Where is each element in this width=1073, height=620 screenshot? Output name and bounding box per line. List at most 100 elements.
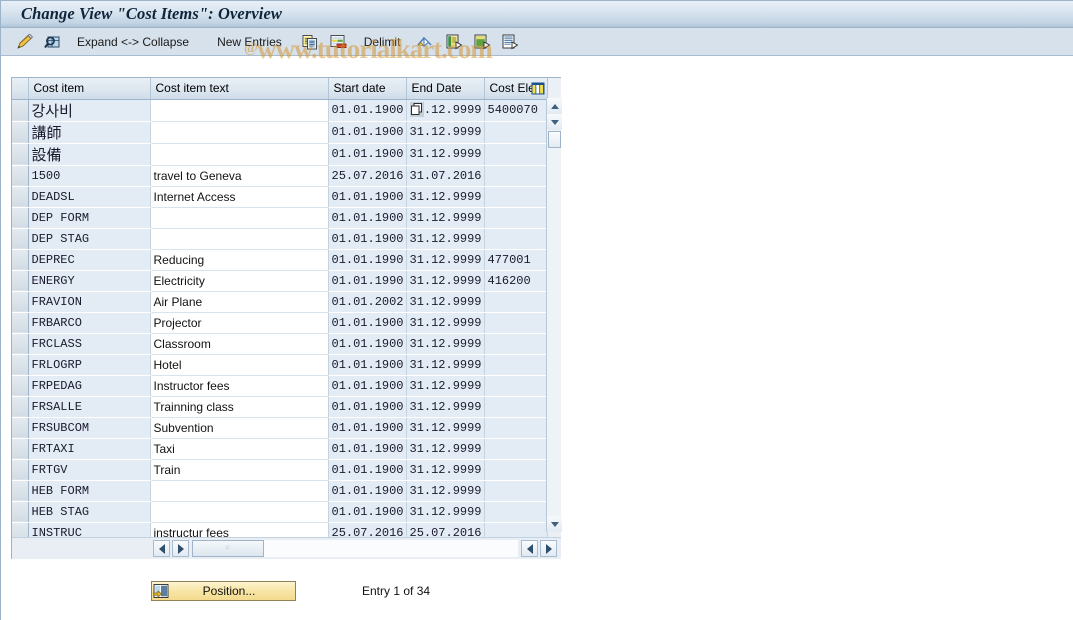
row-select-cell[interactable] — [12, 143, 29, 166]
scroll-left-button[interactable] — [153, 540, 170, 557]
delete-button[interactable] — [326, 31, 352, 53]
cell-cost-item[interactable]: FRTGV — [28, 459, 151, 481]
cell-cost-item[interactable]: 講師 — [28, 121, 151, 144]
cell-start-date[interactable]: 01.01.1900 — [328, 354, 407, 376]
table-row[interactable]: FRBARCO Projector 01.01.1900 31.12.9999 — [12, 312, 548, 334]
cell-start-date[interactable]: 01.01.1900 — [328, 186, 407, 208]
cell-cost-item[interactable]: FRAVION — [28, 291, 151, 313]
cell-end-date[interactable]: 31.12.9999 — [406, 459, 485, 481]
cell-cost-item-text[interactable] — [150, 99, 329, 122]
row-select-cell[interactable] — [12, 417, 29, 439]
table-horizontal-scrollbar[interactable]: ⁙ — [12, 537, 561, 559]
table-settings-button[interactable] — [531, 79, 545, 98]
cell-cost-item-text[interactable] — [150, 143, 329, 166]
cell-start-date[interactable]: 25.07.2016 — [328, 165, 407, 187]
cell-cost-item[interactable]: FRBARCO — [28, 312, 151, 334]
cell-end-date[interactable]: 31.12.9999 — [406, 333, 485, 355]
cell-cost-element[interactable] — [484, 165, 548, 187]
horizontal-scroll-thumb[interactable]: ⁙ — [192, 540, 264, 557]
variable-list-button[interactable] — [498, 31, 522, 53]
cell-cost-element[interactable] — [484, 143, 548, 166]
scroll-up-button[interactable] — [547, 98, 562, 114]
cell-end-date[interactable]: 31.12.9999 — [406, 354, 485, 376]
cell-cost-item-text[interactable]: Classroom — [150, 333, 329, 355]
column-header-end-date[interactable]: End Date — [406, 78, 485, 100]
cell-cost-element[interactable] — [484, 417, 548, 439]
table-row[interactable]: DEPREC Reducing 01.01.1990 31.12.9999 477001 — [12, 249, 548, 271]
cell-cost-element[interactable] — [484, 121, 548, 144]
cell-start-date[interactable]: 01.01.1900 — [328, 375, 407, 397]
cell-cost-item[interactable]: FRLOGRP — [28, 354, 151, 376]
table-row[interactable]: DEP FORM 01.01.1900 31.12.9999 — [12, 207, 548, 229]
cell-cost-item-text[interactable]: Electricity — [150, 270, 329, 292]
cell-cost-item-text[interactable] — [150, 121, 329, 144]
cell-start-date[interactable]: 01.01.1900 — [328, 396, 407, 418]
scroll-col-right-button[interactable] — [540, 540, 557, 557]
cell-start-date[interactable]: 01.01.1990 — [328, 270, 407, 292]
row-select-cell[interactable] — [12, 396, 29, 418]
table-row[interactable]: HEB FORM 01.01.1900 31.12.9999 — [12, 480, 548, 502]
row-select-cell[interactable] — [12, 501, 29, 523]
cell-cost-item[interactable]: DEP STAG — [28, 228, 151, 250]
cell-start-date[interactable]: 01.01.1900 — [328, 438, 407, 460]
cell-end-date[interactable]: 31.12.9999 — [406, 417, 485, 439]
cell-cost-item[interactable]: 1500 — [28, 165, 151, 187]
cell-cost-item-text[interactable] — [150, 228, 329, 250]
cell-cost-item[interactable]: FRSALLE — [28, 396, 151, 418]
cell-cost-item-text[interactable]: Air Plane — [150, 291, 329, 313]
row-select-cell[interactable] — [12, 291, 29, 313]
cell-start-date[interactable]: 01.01.1900 — [328, 417, 407, 439]
cell-start-date[interactable]: 01.01.1900 — [328, 207, 407, 229]
cell-cost-element[interactable] — [484, 396, 548, 418]
cell-end-date[interactable]: 31.12.9999 — [406, 121, 485, 144]
table-row[interactable]: 講師 01.01.1900 31.12.9999 — [12, 121, 548, 144]
scroll-down-button[interactable] — [547, 114, 562, 130]
vertical-scroll-thumb[interactable] — [548, 131, 561, 148]
cell-cost-item[interactable]: FRCLASS — [28, 333, 151, 355]
delimit-button[interactable]: Delimit — [356, 31, 409, 53]
cell-cost-item-text[interactable]: Taxi — [150, 438, 329, 460]
cell-cost-item-text[interactable]: Trainning class — [150, 396, 329, 418]
table-row[interactable]: 設備 01.01.1900 31.12.9999 — [12, 143, 548, 166]
cell-cost-item[interactable]: FRTAXI — [28, 438, 151, 460]
cell-cost-element[interactable] — [484, 333, 548, 355]
previous-entry-button[interactable] — [442, 31, 466, 53]
cell-start-date[interactable]: 01.01.1900 — [328, 501, 407, 523]
cell-start-date[interactable]: 01.01.1900 — [328, 459, 407, 481]
table-row[interactable]: DEADSL Internet Access 01.01.1900 31.12.999… — [12, 186, 548, 208]
cell-cost-element[interactable] — [484, 291, 548, 313]
table-row[interactable]: FRAVION Air Plane 01.01.2002 31.12.9999 — [12, 291, 548, 313]
cell-cost-item-text[interactable]: Instructor fees — [150, 375, 329, 397]
cell-cost-element[interactable] — [484, 312, 548, 334]
cell-start-date[interactable]: 01.01.1900 — [328, 312, 407, 334]
table-row[interactable]: FRPEDAG Instructor fees 01.01.1900 31.12.99… — [12, 375, 548, 397]
table-row[interactable]: FRSUBCOM Subvention 01.01.1900 31.12.9999 — [12, 417, 548, 439]
cell-end-date[interactable]: 31.12.9999 — [406, 270, 485, 292]
row-select-cell[interactable] — [12, 354, 29, 376]
table-row[interactable]: FRSALLE Trainning class 01.01.1900 31.12.99… — [12, 396, 548, 418]
cell-end-date[interactable]: 31.12.9999 — [406, 249, 485, 271]
cell-end-date[interactable]: 31.12.9999 — [406, 99, 485, 122]
scroll-right-button[interactable] — [172, 540, 189, 557]
row-select-cell[interactable] — [12, 270, 29, 292]
cell-cost-element[interactable] — [484, 375, 548, 397]
cell-cost-item-text[interactable] — [150, 207, 329, 229]
cell-cost-item-text[interactable]: Projector — [150, 312, 329, 334]
cell-cost-element[interactable]: 416200 — [484, 270, 548, 292]
row-select-cell[interactable] — [12, 121, 29, 144]
table-row[interactable]: 1500 travel to Geneva 25.07.2016 31.07.2016 — [12, 165, 548, 187]
cell-end-date[interactable]: 31.12.9999 — [406, 438, 485, 460]
cell-cost-item[interactable]: 設備 — [28, 143, 151, 166]
cell-start-date[interactable]: 01.01.1900 — [328, 99, 407, 122]
cell-end-date[interactable]: 31.12.9999 — [406, 480, 485, 502]
cell-end-date[interactable]: 31.12.9999 — [406, 143, 485, 166]
cell-cost-item-text[interactable]: Hotel — [150, 354, 329, 376]
cell-cost-element[interactable] — [484, 438, 548, 460]
column-header-cost-item-text[interactable]: Cost item text — [150, 78, 329, 100]
cell-cost-item[interactable]: HEB FORM — [28, 480, 151, 502]
cell-cost-item[interactable]: ENERGY — [28, 270, 151, 292]
cell-cost-element[interactable] — [484, 480, 548, 502]
row-select-cell[interactable] — [12, 375, 29, 397]
cell-cost-element[interactable] — [484, 207, 548, 229]
cell-start-date[interactable]: 01.01.1900 — [328, 121, 407, 144]
